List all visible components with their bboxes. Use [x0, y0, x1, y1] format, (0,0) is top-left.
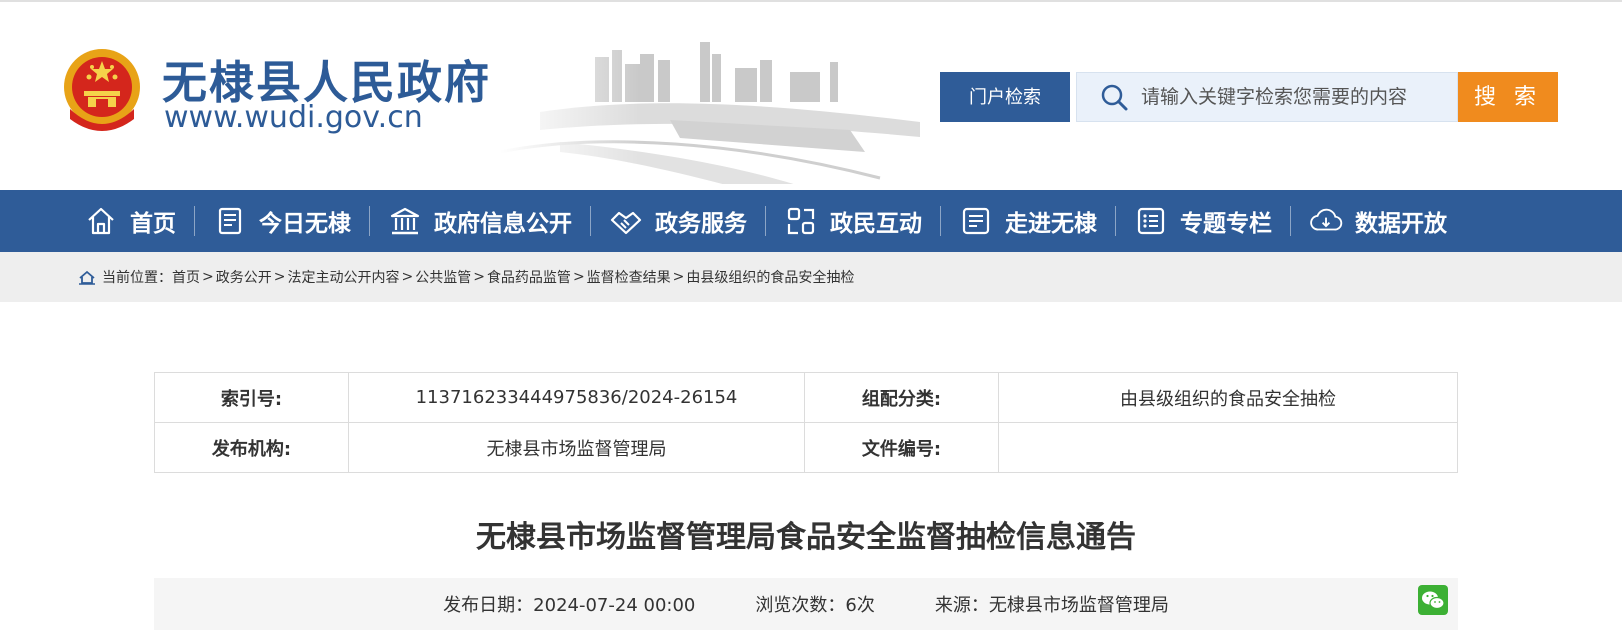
location-icon — [79, 270, 95, 285]
search-button[interactable]: 搜 索 — [1458, 72, 1558, 122]
nav-item-about[interactable]: 走进无棣 — [945, 190, 1111, 252]
breadcrumb-link-public-supervision[interactable]: 公共监管 — [415, 267, 471, 287]
nav-divider — [765, 206, 766, 236]
article-source: 来源：无棣县市场监督管理局 — [934, 595, 1169, 616]
search-icon — [1101, 84, 1128, 111]
nav-item-label: 数据开放 — [1355, 211, 1447, 237]
nav-item-topics[interactable]: 专题专栏 — [1120, 190, 1286, 252]
nav-item-label: 今日无棣 — [259, 211, 351, 237]
category-label: 组配分类: — [804, 372, 999, 423]
table-row: 发布机构: 无棣县市场监督管理局 文件编号: — [154, 422, 1458, 473]
nav-divider — [194, 206, 195, 236]
index-label: 索引号: — [154, 372, 349, 423]
cloud-download-icon — [1310, 208, 1343, 231]
category-value: 由县级组织的食品安全抽检 — [998, 372, 1458, 423]
publish-date: 发布日期：2024-07-24 00:00 — [443, 595, 696, 616]
breadcrumb: 当前位置： 首页 > 政务公开 > 法定主动公开内容 > 公共监管 > 食品药品监管 > … — [0, 252, 1622, 302]
nav-item-open-data[interactable]: 数据开放 — [1295, 190, 1461, 252]
nav-item-label: 政务服务 — [655, 211, 747, 237]
nav-divider — [1115, 206, 1116, 236]
breadcrumb-link-gov-affairs[interactable]: 政务公开 — [216, 267, 272, 287]
id-card-icon — [962, 207, 990, 235]
publisher-value: 无棣县市场监督管理局 — [348, 422, 805, 473]
breadcrumb-link-inspection-results[interactable]: 监督检查结果 — [587, 267, 671, 287]
page-title: 无棣县市场监督管理局食品安全监督抽检信息通告 — [476, 520, 1136, 555]
nav-item-services[interactable]: 政务服务 — [595, 190, 761, 252]
document-meta-table: 索引号: 11371623344497583​6/2024-26154 组配分类… — [154, 372, 1458, 473]
nav-item-label: 政府信息公开 — [434, 211, 572, 237]
nav-divider — [1290, 206, 1291, 236]
nav-item-home[interactable]: 首页 — [70, 190, 190, 252]
table-row: 索引号: 11371623344497583​6/2024-26154 组配分类… — [154, 372, 1458, 423]
home-icon — [88, 207, 114, 235]
search-box — [1076, 72, 1458, 122]
main-nav: 首页 今日无棣 政府信息公开 政务服务 政民互动 走进无棣 专题专栏 数据开放 — [0, 190, 1622, 252]
index-value: 11371623344497583​6/2024-26154 — [348, 372, 805, 423]
breadcrumb-prefix: 当前位置： — [102, 270, 172, 286]
site-header: 无棣县人民政府 www.wudi.gov.cn 门户检索 搜 索 — [0, 0, 1622, 184]
view-count: 浏览次数：6次 — [755, 595, 875, 616]
nav-item-label: 走进无棣 — [1005, 211, 1097, 237]
national-emblem-icon — [64, 49, 140, 131]
nav-item-label: 政民互动 — [830, 211, 922, 237]
list-icon — [1137, 207, 1165, 235]
building-icon — [390, 207, 420, 235]
interaction-icon — [787, 207, 815, 235]
nav-divider — [940, 206, 941, 236]
portal-search-button[interactable]: 门户检索 — [940, 72, 1070, 122]
nav-item-interaction[interactable]: 政民互动 — [770, 190, 936, 252]
nav-divider — [590, 206, 591, 236]
breadcrumb-link-home[interactable]: 首页 — [172, 267, 200, 287]
breadcrumb-link-county-sampling[interactable]: 由县级组织的食品安全抽检 — [686, 267, 854, 287]
search-input[interactable] — [1141, 73, 1457, 121]
article-info-bar: 发布日期：2024-07-24 00:00 浏览次数：6次 来源：无棣县市场监督… — [154, 578, 1458, 630]
wechat-share-icon[interactable] — [1418, 585, 1448, 615]
nav-item-label: 首页 — [130, 211, 176, 237]
doc-number-label: 文件编号: — [804, 422, 999, 473]
breadcrumb-link-food-drug[interactable]: 食品药品监管 — [487, 267, 571, 287]
nav-item-gov-info[interactable]: 政府信息公开 — [374, 190, 586, 252]
handshake-icon — [610, 211, 642, 235]
breadcrumb-link-statutory[interactable]: 法定主动公开内容 — [287, 267, 399, 287]
nav-divider — [369, 206, 370, 236]
site-url[interactable]: www.wudi.gov.cn — [164, 100, 423, 135]
news-icon — [218, 207, 242, 235]
publisher-label: 发布机构: — [154, 422, 349, 473]
nav-item-label: 专题专栏 — [1180, 211, 1272, 237]
nav-item-today[interactable]: 今日无棣 — [199, 190, 365, 252]
doc-number-value — [998, 422, 1458, 473]
